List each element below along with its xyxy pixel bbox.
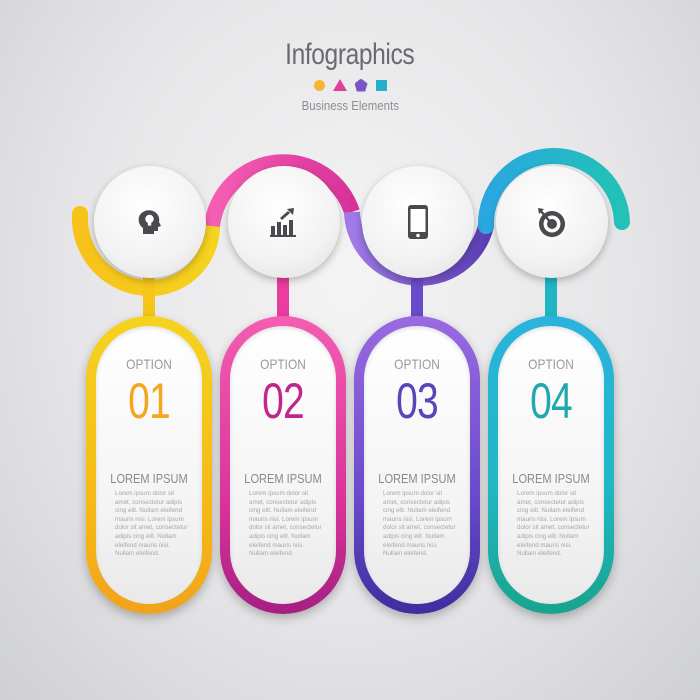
option-body-text: Lorem ipsum dolor sit amet, consectetur … [249,490,322,558]
option-label: OPTION [528,356,574,372]
growth-chart-icon [266,204,302,240]
option-label: OPTION [394,356,440,372]
option-card-03: OPTION 03 LOREM IPSUM Lorem ipsum dolor … [354,316,480,614]
option-01-icon-circle [94,166,206,278]
option-card-01: OPTION 01 LOREM IPSUM Lorem ipsum dolor … [86,316,212,614]
option-04-icon-circle [496,166,608,278]
option-body-text: Lorem ipsum dolor sit amet, consectetur … [383,490,456,558]
head-bulb-icon [132,204,168,240]
option-body-text: Lorem ipsum dolor sit amet, consectetur … [517,490,590,558]
option-heading: LOREM IPSUM [110,471,188,486]
option-03-icon-circle [362,166,474,278]
option-card-inner: OPTION 03 LOREM IPSUM Lorem ipsum dolor … [364,326,470,604]
option-card-inner: OPTION 01 LOREM IPSUM Lorem ipsum dolor … [96,326,202,604]
option-label: OPTION [126,356,172,372]
option-body-text: Lorem ipsum dolor sit amet, consectetur … [115,490,188,558]
option-card-inner: OPTION 02 LOREM IPSUM Lorem ipsum dolor … [230,326,336,604]
option-card-04: OPTION 04 LOREM IPSUM Lorem ipsum dolor … [488,316,614,614]
option-label: OPTION [260,356,306,372]
option-number: 04 [530,373,573,429]
option-card-inner: OPTION 04 LOREM IPSUM Lorem ipsum dolor … [498,326,604,604]
target-icon [534,204,570,240]
option-heading: LOREM IPSUM [512,471,590,486]
option-heading: LOREM IPSUM [378,471,456,486]
option-number: 01 [128,373,171,429]
smartphone-icon [400,204,436,240]
option-number: 03 [396,373,439,429]
option-number: 02 [262,373,305,429]
option-heading: LOREM IPSUM [244,471,322,486]
option-card-02: OPTION 02 LOREM IPSUM Lorem ipsum dolor … [220,316,346,614]
option-02-icon-circle [228,166,340,278]
